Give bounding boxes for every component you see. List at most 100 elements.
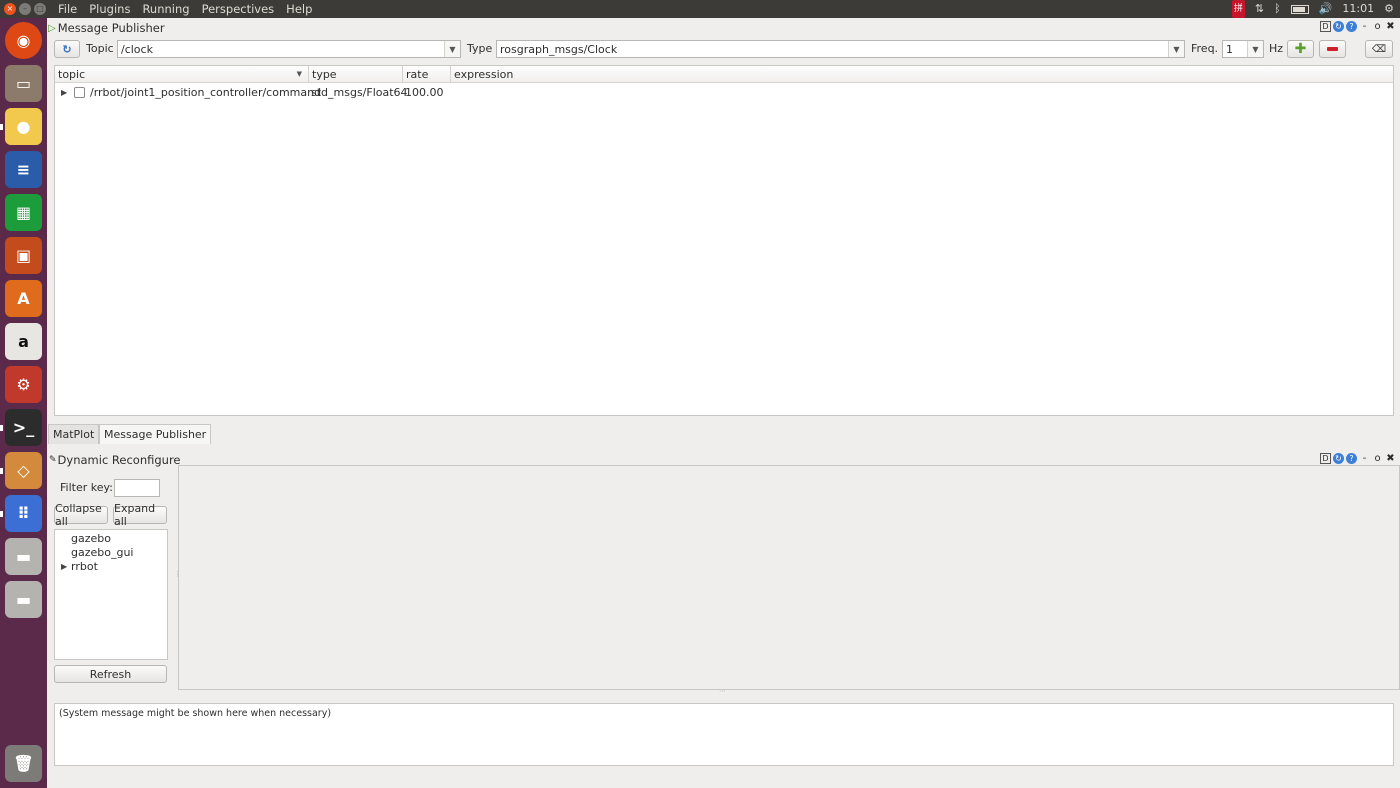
launcher-files-icon[interactable]: ▭ — [5, 65, 42, 102]
collapse-all-button[interactable]: Collapse all — [54, 502, 108, 528]
type-combo[interactable]: rosgraph_msgs/Clock ▼ — [496, 40, 1185, 58]
tab-message-publisher[interactable]: Message Publisher — [99, 424, 212, 444]
expand-all-button[interactable]: Expand all — [113, 502, 167, 528]
filter-key-label: Filter key: — [60, 481, 113, 494]
launcher-drive-1-icon[interactable]: ▬ — [5, 538, 42, 575]
remove-publisher-button[interactable] — [1319, 40, 1346, 58]
reload-icon[interactable]: ↻ — [1333, 453, 1344, 464]
tab-matplot[interactable]: MatPlot — [48, 424, 100, 444]
launcher-chrome-icon[interactable]: ● — [5, 108, 42, 145]
refresh-topics-button[interactable]: ↻ — [54, 40, 80, 58]
launcher-drive-2-icon[interactable]: ▬ — [5, 581, 42, 618]
dynamic-dock-buttons: D ↻ ? - o ✖ — [1320, 453, 1396, 464]
bluetooth-icon[interactable]: ᛒ — [1274, 0, 1281, 18]
tree-item-gazebo-gui[interactable]: gazebo_gui — [71, 546, 134, 559]
chevron-down-icon: ▼ — [1247, 41, 1263, 57]
launcher-impress-icon[interactable]: ▣ — [5, 237, 42, 274]
menu-file[interactable]: File — [52, 0, 83, 18]
tab-label: Message Publisher — [104, 428, 207, 441]
launcher-running-indicator — [0, 124, 3, 130]
launcher-writer-icon[interactable]: ≡ — [5, 151, 42, 188]
table-row[interactable]: ▶ /rrbot/joint1_position_controller/comm… — [55, 84, 1393, 102]
launcher-terminal-icon[interactable]: >_ — [5, 409, 42, 446]
help-icon[interactable]: ? — [1346, 453, 1357, 464]
clear-button[interactable]: ⌫ — [1365, 40, 1393, 58]
menu-help[interactable]: Help — [280, 0, 318, 18]
splitter-handle[interactable]: ⋮ — [174, 570, 181, 578]
type-label: Type — [467, 42, 493, 55]
column-header-expression[interactable]: expression — [451, 66, 1395, 83]
plus-icon: ✚ — [1294, 41, 1307, 57]
filter-key-input[interactable] — [114, 479, 160, 497]
dynamic-title: Dynamic Reconfigure — [57, 453, 181, 467]
enable-checkbox[interactable] — [74, 87, 85, 98]
reload-icon[interactable]: ↻ — [1333, 21, 1344, 32]
network-icon[interactable]: ⇅ — [1255, 0, 1264, 18]
system-gear-icon[interactable]: ⚙ — [1384, 0, 1394, 18]
minimize-dock-icon[interactable]: - — [1359, 453, 1370, 464]
publisher-table: topic ▼ type rate expression ▶ /rrbot/jo… — [54, 65, 1394, 416]
menu-running[interactable]: Running — [136, 0, 195, 18]
launcher-running-indicator — [0, 425, 3, 431]
launcher-ubuntu-dash-icon[interactable]: ◉ — [5, 22, 42, 59]
launcher-amazon-icon[interactable]: a — [5, 323, 42, 360]
row-rate: 100.00 — [405, 86, 444, 99]
tree-item-gazebo[interactable]: gazebo — [71, 532, 111, 545]
float-dock-icon[interactable]: o — [1372, 21, 1383, 32]
rqt-window: ▷ Message Publisher D ↻ ? - o ✖ ↻ Topic … — [47, 18, 1400, 788]
system-message-area: (System message might be shown here when… — [54, 703, 1394, 766]
dock-d-icon[interactable]: D — [1320, 21, 1331, 32]
edit-icon: ✎ — [49, 455, 57, 465]
menu-perspectives[interactable]: Perspectives — [196, 0, 281, 18]
launcher-app-grid-icon[interactable]: ⠿ — [5, 495, 42, 532]
close-window-icon[interactable]: × — [4, 3, 16, 15]
battery-icon[interactable] — [1290, 4, 1309, 14]
float-dock-icon[interactable]: o — [1372, 453, 1383, 464]
topic-combo[interactable]: /clock ▼ — [117, 40, 461, 58]
minimize-dock-icon[interactable]: - — [1359, 21, 1370, 32]
collapse-all-label: Collapse all — [55, 502, 102, 528]
expand-arrow-icon[interactable]: ▶ — [61, 562, 67, 571]
launcher-settings-icon[interactable]: ⚙ — [5, 366, 42, 403]
launcher-trash-icon[interactable]: 🗑 — [5, 745, 42, 782]
minus-icon — [1327, 47, 1338, 51]
column-header-label: type — [312, 68, 337, 81]
launcher-running-indicator — [0, 468, 3, 474]
refresh-button[interactable]: Refresh — [54, 665, 167, 683]
close-dock-icon[interactable]: ✖ — [1385, 21, 1396, 32]
sort-indicator-icon: ▼ — [296, 70, 302, 78]
clock[interactable]: 11:01 — [1342, 0, 1374, 18]
menu-plugins[interactable]: Plugins — [83, 0, 136, 18]
chevron-down-icon: ▼ — [1168, 41, 1184, 57]
publisher-dock-buttons: D ↻ ? - o ✖ — [1320, 21, 1396, 32]
close-dock-icon[interactable]: ✖ — [1385, 453, 1396, 464]
dock-d-icon[interactable]: D — [1320, 453, 1331, 464]
volume-icon[interactable]: 🔊 — [1319, 0, 1333, 18]
dynamic-dock-title: ✎ Dynamic Reconfigure — [49, 451, 181, 469]
freq-label: Freq. — [1191, 42, 1219, 55]
type-value: rosgraph_msgs/Clock — [500, 42, 618, 56]
column-header-rate[interactable]: rate — [403, 66, 451, 83]
launcher-calc-icon[interactable]: ▦ — [5, 194, 42, 231]
clear-icon: ⌫ — [1371, 43, 1387, 55]
add-publisher-button[interactable]: ✚ — [1287, 40, 1314, 58]
splitter-handle-horizontal[interactable]: ⋯ — [719, 687, 726, 695]
column-header-topic[interactable]: topic ▼ — [55, 66, 309, 83]
topic-label: Topic — [86, 42, 114, 55]
keyboard-input-icon[interactable]: 拼 — [1231, 0, 1245, 18]
minimize-window-icon[interactable]: – — [19, 3, 31, 15]
tree-item-rrbot[interactable]: rrbot — [71, 560, 98, 573]
chevron-down-icon: ▼ — [444, 41, 460, 57]
launcher-gazebo-icon[interactable]: ◇ — [5, 452, 42, 489]
dock-tab-bar: MatPlot Message Publisher — [47, 424, 1400, 444]
freq-combo[interactable]: 1 ▼ — [1222, 40, 1264, 58]
top-panel: × – □ File Plugins Running Perspectives … — [0, 0, 1400, 18]
refresh-label: Refresh — [89, 667, 132, 681]
expand-arrow-icon[interactable]: ▶ — [61, 88, 67, 97]
launcher-software-center-icon[interactable]: A — [5, 280, 42, 317]
publisher-dock-title: ▷ Message Publisher — [48, 19, 165, 37]
maximize-window-icon[interactable]: □ — [34, 3, 46, 15]
topic-value: /clock — [121, 42, 153, 56]
column-header-type[interactable]: type — [309, 66, 403, 83]
help-icon[interactable]: ? — [1346, 21, 1357, 32]
